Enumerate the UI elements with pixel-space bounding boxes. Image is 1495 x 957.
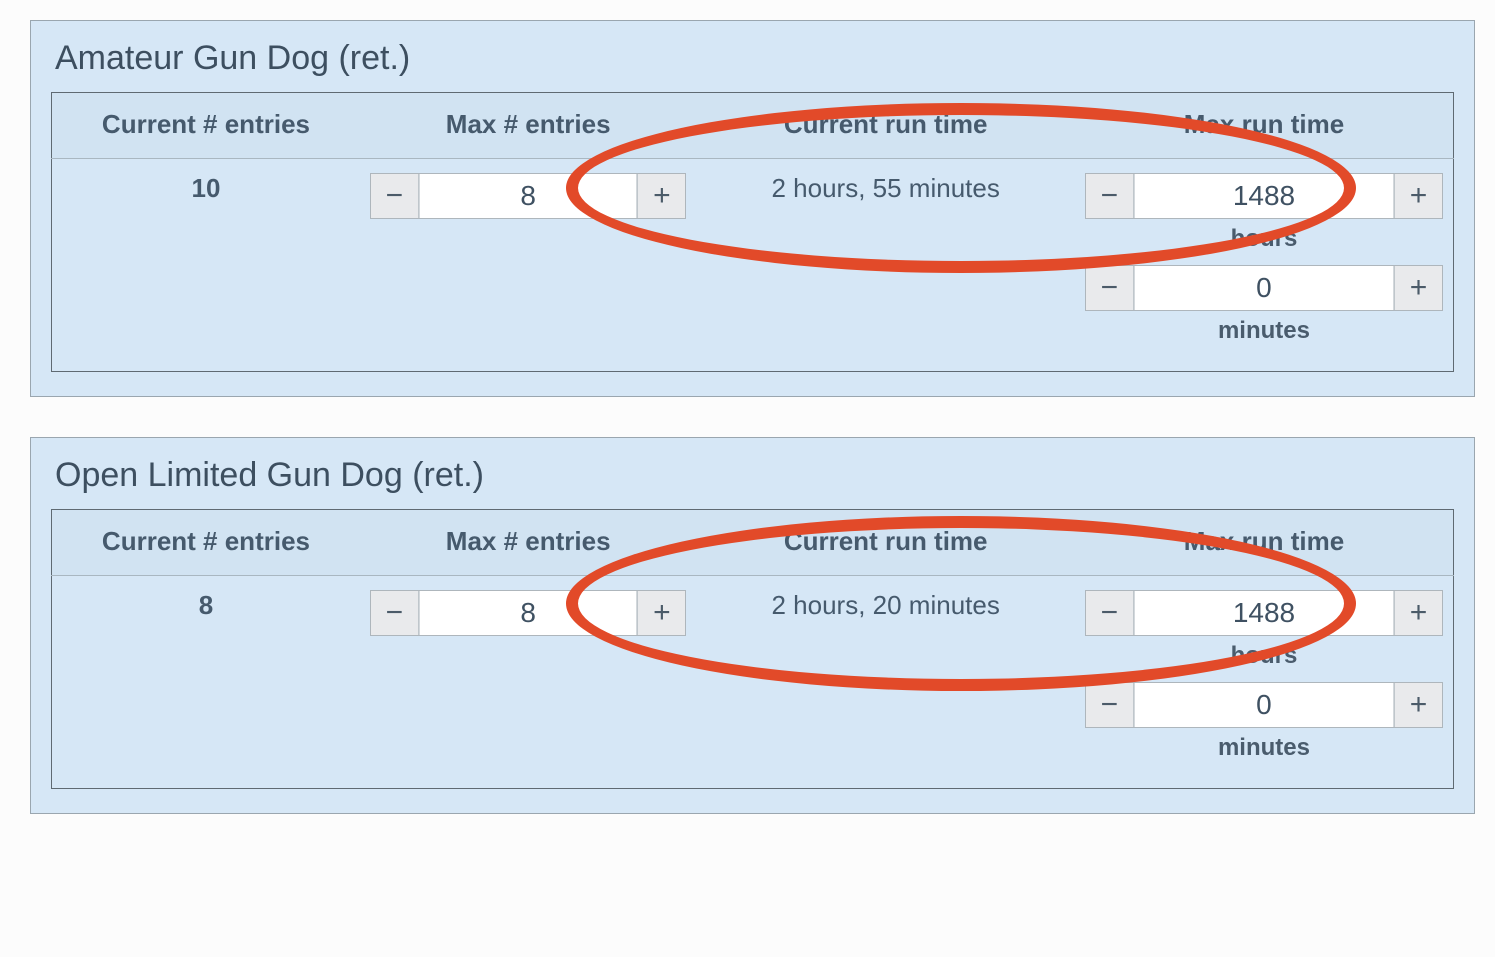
current-runtime-value: 2 hours, 20 minutes <box>696 576 1075 789</box>
plus-icon[interactable]: + <box>1394 174 1442 218</box>
minus-icon[interactable]: − <box>1086 174 1134 218</box>
minus-icon[interactable]: − <box>1086 683 1134 727</box>
col-max-runtime: Max run time <box>1075 510 1454 576</box>
max-runtime-hours-input[interactable] <box>1134 591 1394 635</box>
table-row: 8 − + 2 hours, 20 minutes − + <box>52 576 1454 789</box>
plus-icon[interactable]: + <box>637 174 685 218</box>
plus-icon[interactable]: + <box>1394 591 1442 635</box>
max-runtime-minutes-stepper: − + <box>1085 682 1443 728</box>
max-entries-cell: − + <box>360 576 696 789</box>
max-entries-input[interactable] <box>419 174 637 218</box>
col-current-entries: Current # entries <box>52 93 360 159</box>
minus-icon[interactable]: − <box>1086 266 1134 310</box>
minutes-label: minutes <box>1085 317 1443 345</box>
max-runtime-cell: − + hours − + minutes <box>1075 159 1454 372</box>
minus-icon[interactable]: − <box>371 174 419 218</box>
max-runtime-hours-stepper: − + <box>1085 590 1443 636</box>
current-runtime-value: 2 hours, 55 minutes <box>696 159 1075 372</box>
current-entries-value: 10 <box>52 159 360 372</box>
panel-title: Amateur Gun Dog (ret.) <box>55 39 1454 78</box>
col-max-runtime: Max run time <box>1075 93 1454 159</box>
plus-icon[interactable]: + <box>1394 266 1442 310</box>
minus-icon[interactable]: − <box>1086 591 1134 635</box>
max-runtime-minutes-input[interactable] <box>1134 266 1394 310</box>
col-current-runtime: Current run time <box>696 93 1075 159</box>
max-entries-cell: − + <box>360 159 696 372</box>
entries-table: Current # entries Max # entries Current … <box>51 509 1454 789</box>
max-entries-stepper: − + <box>370 173 686 219</box>
minutes-label: minutes <box>1085 734 1443 762</box>
max-entries-input[interactable] <box>419 591 637 635</box>
max-runtime-cell: − + hours − + minutes <box>1075 576 1454 789</box>
plus-icon[interactable]: + <box>1394 683 1442 727</box>
hours-label: hours <box>1085 225 1443 253</box>
hours-label: hours <box>1085 642 1443 670</box>
max-entries-stepper: − + <box>370 590 686 636</box>
entries-table: Current # entries Max # entries Current … <box>51 92 1454 372</box>
plus-icon[interactable]: + <box>637 591 685 635</box>
category-panel: Amateur Gun Dog (ret.) Current # entries… <box>30 20 1475 397</box>
minus-icon[interactable]: − <box>371 591 419 635</box>
col-max-entries: Max # entries <box>360 93 696 159</box>
category-panel: Open Limited Gun Dog (ret.) Current # en… <box>30 437 1475 814</box>
panel-title: Open Limited Gun Dog (ret.) <box>55 456 1454 495</box>
col-current-entries: Current # entries <box>52 510 360 576</box>
current-entries-value: 8 <box>52 576 360 789</box>
max-runtime-minutes-stepper: − + <box>1085 265 1443 311</box>
max-runtime-hours-input[interactable] <box>1134 174 1394 218</box>
col-current-runtime: Current run time <box>696 510 1075 576</box>
col-max-entries: Max # entries <box>360 510 696 576</box>
max-runtime-hours-stepper: − + <box>1085 173 1443 219</box>
max-runtime-minutes-input[interactable] <box>1134 683 1394 727</box>
table-row: 10 − + 2 hours, 55 minutes − + <box>52 159 1454 372</box>
